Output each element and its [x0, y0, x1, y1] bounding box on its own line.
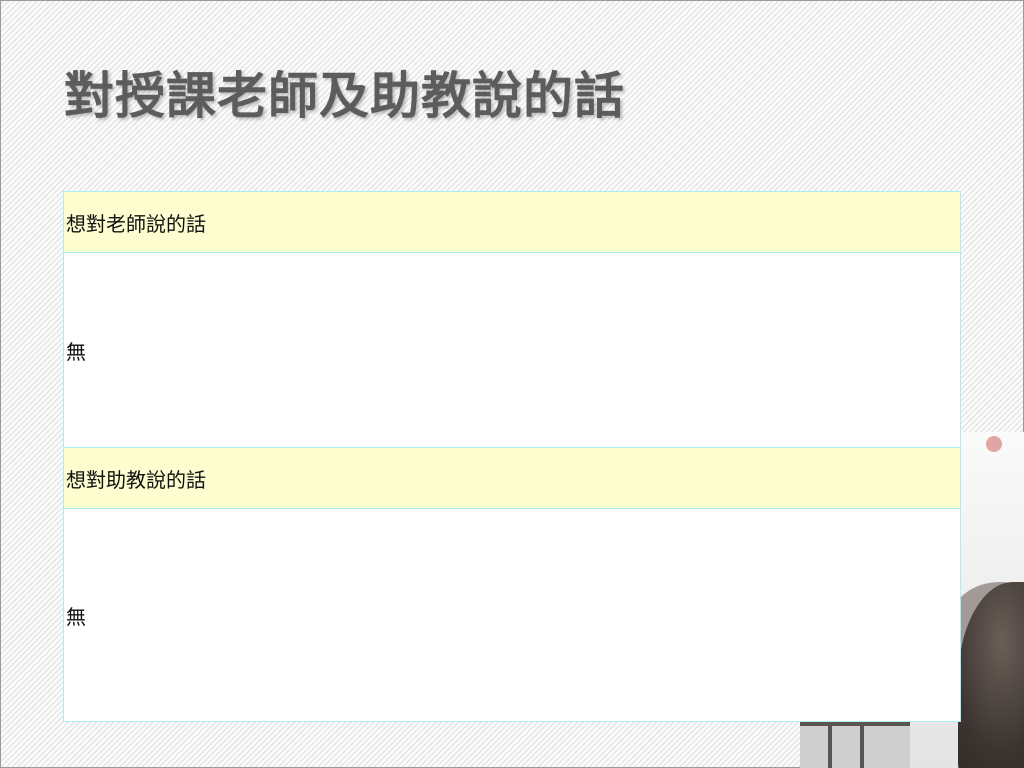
- teacher-message-header: 想對老師說的話: [63, 191, 961, 253]
- ta-message-content: 無: [63, 508, 961, 722]
- feedback-table: 想對老師說的話 無 想對助教說的話 無: [63, 191, 961, 722]
- table-row: 想對老師說的話: [63, 191, 961, 253]
- ta-message-header: 想對助教說的話: [63, 447, 961, 509]
- table-row: 無: [63, 252, 961, 448]
- teacher-message-content: 無: [63, 252, 961, 448]
- table-row: 想對助教說的話: [63, 447, 961, 509]
- seal-icon: [986, 436, 1002, 452]
- slide-title: 對授課老師及助教說的話: [64, 67, 625, 125]
- table-row: 無: [63, 508, 961, 722]
